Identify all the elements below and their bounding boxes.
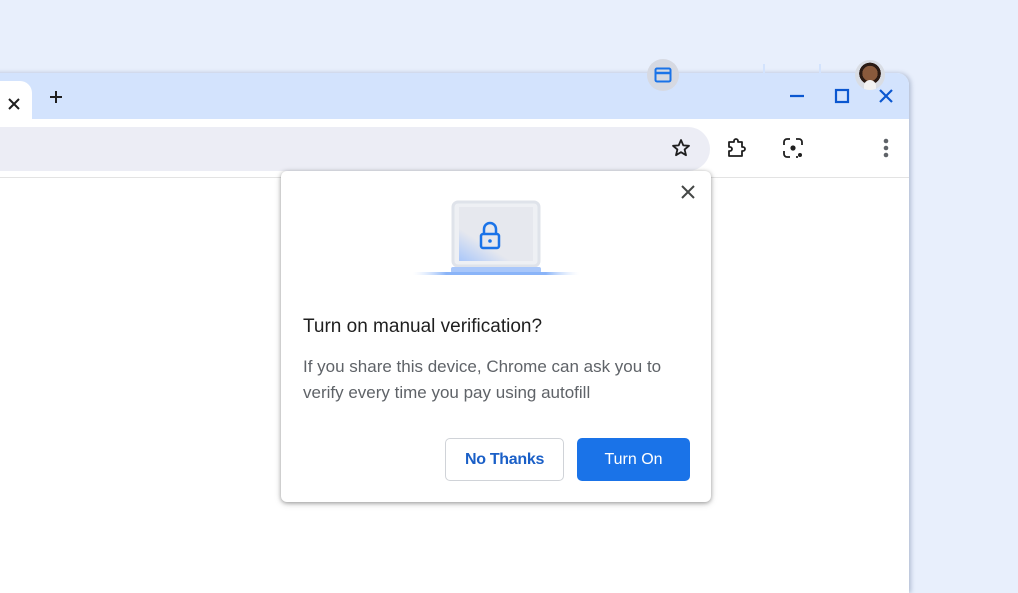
turn-on-button[interactable]: Turn On <box>577 438 690 481</box>
new-tab-plus-icon[interactable] <box>48 89 64 105</box>
dialog-close-icon[interactable] <box>680 184 696 200</box>
laptop-lock-illustration <box>413 200 579 275</box>
more-vert-icon[interactable] <box>883 138 889 158</box>
tab-strip <box>0 73 909 119</box>
extensions-puzzle-icon[interactable] <box>727 138 749 158</box>
omnibox[interactable] <box>0 127 710 171</box>
dialog-body: If you share this device, Chrome can ask… <box>303 357 662 402</box>
google-lens-icon[interactable] <box>782 137 804 159</box>
manual-verification-dialog: Turn on manual verification? If you shar… <box>281 171 711 502</box>
credit-card-chip[interactable] <box>647 59 679 91</box>
dialog-title: Turn on manual verification? <box>303 316 543 337</box>
tab-close-icon[interactable] <box>7 97 21 111</box>
minimize-icon[interactable] <box>788 87 806 105</box>
toolbar-separator <box>819 64 821 84</box>
credit-card-icon <box>654 67 672 83</box>
no-thanks-button[interactable]: No Thanks <box>445 438 564 481</box>
star-icon[interactable] <box>671 138 691 158</box>
toolbar <box>0 119 909 178</box>
maximize-icon[interactable] <box>833 87 851 105</box>
window-close-icon[interactable] <box>877 87 895 105</box>
profile-avatar[interactable] <box>855 60 885 90</box>
active-tab[interactable] <box>0 81 32 119</box>
toolbar-separator <box>763 64 765 84</box>
